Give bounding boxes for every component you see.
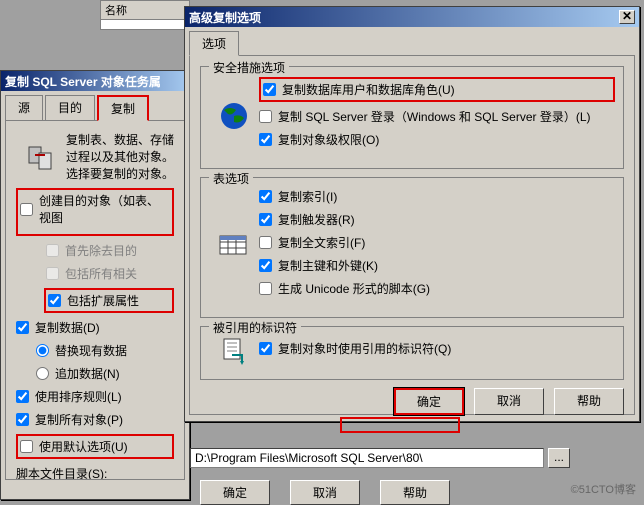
- globe-icon: [209, 100, 259, 132]
- back-help-button[interactable]: 帮助: [380, 480, 450, 505]
- back-title: 复制 SQL Server 对象任务属: [5, 73, 161, 90]
- tab-source[interactable]: 源: [5, 95, 43, 120]
- rb-replace[interactable]: 替换现有数据: [36, 342, 174, 359]
- table-icon: [209, 232, 259, 260]
- grp-table: 表选项 复制索引(I) 复制触发器(R) 复制全文索引(F) 复制主键和外键(K…: [200, 177, 624, 318]
- grp-table-legend: 表选项: [209, 170, 253, 187]
- script-path-input[interactable]: [190, 448, 544, 468]
- cb-copy-all[interactable]: 复制所有对象(P): [16, 411, 174, 428]
- watermark: ©51CTO博客: [571, 481, 636, 497]
- cb-copy-db-users[interactable]: 复制数据库用户和数据库角色(U): [263, 81, 611, 98]
- script-icon: [209, 337, 259, 365]
- cb-use-default[interactable]: 使用默认选项(U): [20, 438, 170, 455]
- copy-task-window: 复制 SQL Server 对象任务属 源 目的 复制 复制表、数据、存储过程以…: [0, 70, 190, 500]
- front-tabcontent: 安全措施选项 复制数据库用户和数据库角色(U) 复制 SQL Server 登录…: [189, 55, 635, 415]
- col-header: 名称: [101, 1, 189, 20]
- cb-use-quoted[interactable]: 复制对象时使用引用的标识符(Q): [259, 340, 615, 357]
- back-btnrow: 确定 取消 帮助: [200, 480, 450, 505]
- back-tabs: 源 目的 复制: [5, 95, 185, 120]
- cb-copy-triggers[interactable]: 复制触发器(R): [259, 211, 615, 228]
- cb-copy-logins[interactable]: 复制 SQL Server 登录（Windows 和 SQL Server 登录…: [259, 108, 615, 125]
- grp-security: 安全措施选项 复制数据库用户和数据库角色(U) 复制 SQL Server 登录…: [200, 66, 624, 169]
- cb-gen-unicode[interactable]: 生成 Unicode 形式的脚本(G): [259, 280, 615, 297]
- back-titlebar: 复制 SQL Server 对象任务属: [1, 71, 189, 91]
- tab-copy[interactable]: 复制: [97, 95, 149, 121]
- rb-append[interactable]: 追加数据(N): [36, 365, 174, 382]
- red-annotation: [340, 417, 460, 433]
- desc-row: 复制表、数据、存储过程以及其他对象。选择要复制的对象。: [16, 131, 174, 182]
- front-help-button[interactable]: 帮助: [554, 388, 624, 415]
- cb-copy-pkfk[interactable]: 复制主键和外键(K): [259, 257, 615, 274]
- front-title: 高级复制选项: [189, 9, 261, 26]
- grp-quoted-legend: 被引用的标识符: [209, 319, 301, 336]
- advanced-copy-window: 高级复制选项 ✕ 选项 安全措施选项 复制数据库用户和数据库角色(U) 复制 S…: [184, 6, 640, 422]
- desc-text: 复制表、数据、存储过程以及其他对象。选择要复制的对象。: [66, 131, 174, 182]
- front-btnrow: 确定 取消 帮助: [200, 388, 624, 415]
- back-cancel-button[interactable]: 取消: [290, 480, 360, 505]
- browse-button[interactable]: ...: [548, 448, 570, 468]
- cb-include-ext[interactable]: 包括扩展属性: [48, 292, 170, 309]
- tab-options[interactable]: 选项: [189, 31, 239, 56]
- back-ok-button[interactable]: 确定: [200, 480, 270, 505]
- cb-copy-data[interactable]: 复制数据(D): [16, 319, 174, 336]
- copy-icon: [16, 141, 66, 173]
- script-dir-label: 脚本文件目录(S):: [16, 465, 174, 480]
- front-titlebar: 高级复制选项 ✕: [185, 7, 639, 27]
- cb-copy-indexes[interactable]: 复制索引(I): [259, 188, 615, 205]
- cb-create-dest[interactable]: 创建目的对象（如表、视图: [20, 192, 170, 226]
- front-ok-button[interactable]: 确定: [394, 388, 464, 415]
- explorer-fragment: 名称: [100, 0, 190, 30]
- cb-use-sort[interactable]: 使用排序规则(L): [16, 388, 174, 405]
- cb-include-deps: 包括所有相关: [46, 265, 174, 282]
- front-cancel-button[interactable]: 取消: [474, 388, 544, 415]
- grp-security-legend: 安全措施选项: [209, 59, 289, 76]
- close-icon[interactable]: ✕: [619, 10, 635, 24]
- cb-copy-fulltext[interactable]: 复制全文索引(F): [259, 234, 615, 251]
- back-tabcontent: 复制表、数据、存储过程以及其他对象。选择要复制的对象。 创建目的对象（如表、视图…: [5, 120, 185, 480]
- grp-quoted: 被引用的标识符 复制对象时使用引用的标识符(Q): [200, 326, 624, 380]
- cb-copy-obj-perms[interactable]: 复制对象级权限(O): [259, 131, 615, 148]
- script-path-row: ...: [190, 448, 570, 468]
- tab-dest[interactable]: 目的: [45, 95, 95, 120]
- cb-drop-first: 首先除去目的: [46, 242, 174, 259]
- front-tabs: 选项: [189, 31, 635, 55]
